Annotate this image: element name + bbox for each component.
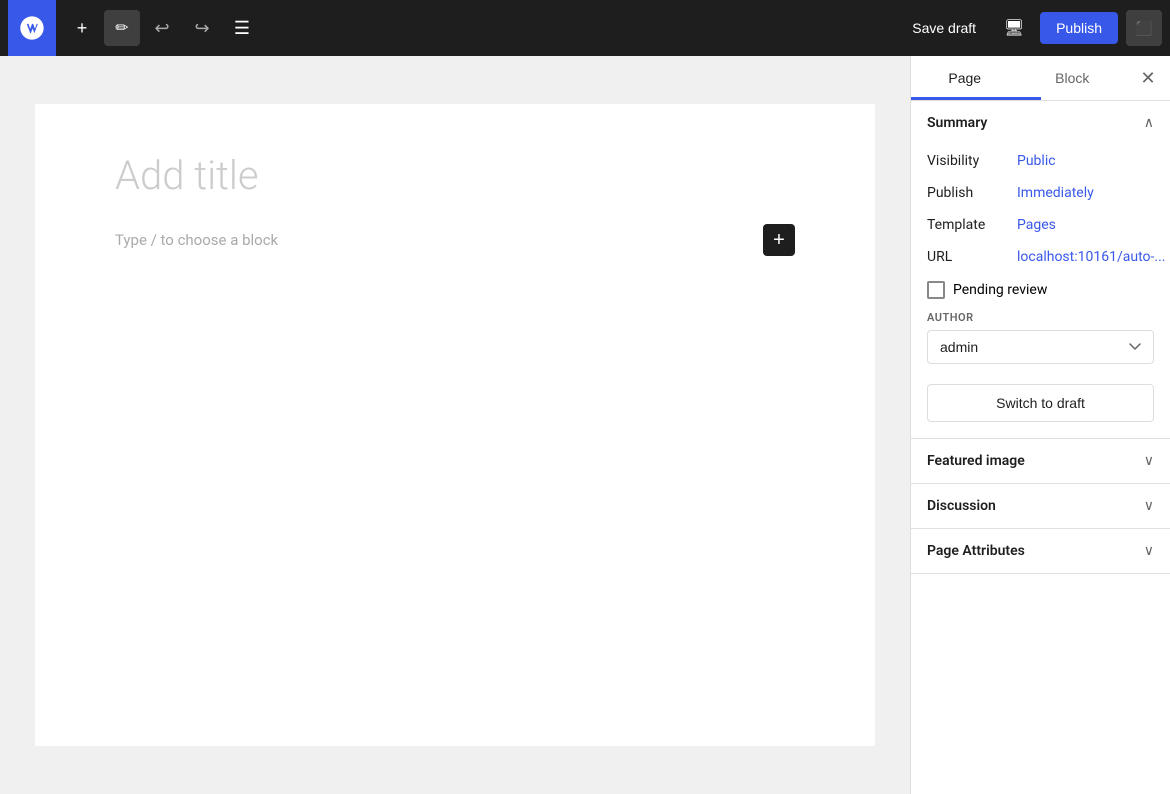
editor-area: Add title Type / to choose a block +	[0, 56, 910, 794]
redo-button[interactable]: ↪	[184, 10, 220, 46]
page-attributes-section: Page Attributes ∨	[911, 529, 1170, 574]
discussion-header[interactable]: Discussion ∨	[911, 484, 1170, 528]
visibility-row: Visibility Public	[927, 145, 1154, 177]
undo-button[interactable]: ↩	[144, 10, 180, 46]
save-draft-button[interactable]: Save draft	[900, 14, 988, 42]
summary-section: Summary ∧ Visibility Public Publish Imme…	[911, 101, 1170, 439]
featured-image-chevron-icon: ∨	[1144, 453, 1154, 469]
featured-image-section: Featured image ∨	[911, 439, 1170, 484]
tab-page[interactable]: Page	[911, 56, 1019, 100]
url-row: URL localhost:10161/auto-...	[927, 241, 1154, 273]
add-block-inline-button[interactable]: +	[763, 224, 795, 256]
featured-image-title: Featured image	[927, 453, 1025, 469]
pending-review-row: Pending review	[927, 273, 1154, 303]
title-input[interactable]: Add title	[115, 152, 795, 200]
author-select[interactable]: admin	[927, 330, 1154, 364]
add-block-button[interactable]: +	[64, 10, 100, 46]
visibility-value[interactable]: Public	[1017, 153, 1056, 169]
sidebar-tabs: Page Block ✕	[911, 56, 1170, 101]
block-placeholder-text: Type / to choose a block	[115, 231, 278, 249]
pending-review-checkbox[interactable]	[927, 281, 945, 299]
visibility-label: Visibility	[927, 153, 1017, 169]
page-attributes-title: Page Attributes	[927, 543, 1025, 559]
toolbar-right: Save draft 🖥 Publish ⬛	[900, 10, 1162, 46]
page-attributes-header[interactable]: Page Attributes ∨	[911, 529, 1170, 573]
main-area: Add title Type / to choose a block + Pag…	[0, 56, 1170, 794]
template-row: Template Pages	[927, 209, 1154, 241]
template-label: Template	[927, 217, 1017, 233]
pending-review-label: Pending review	[953, 282, 1047, 298]
publish-label: Publish	[927, 185, 1017, 201]
list-view-button[interactable]: ☰	[224, 10, 260, 46]
wp-logo[interactable]	[8, 0, 56, 56]
close-sidebar-button[interactable]: ✕	[1130, 60, 1166, 96]
discussion-title: Discussion	[927, 498, 996, 514]
url-label: URL	[927, 249, 1017, 265]
author-section: AUTHOR admin	[927, 303, 1154, 372]
publish-button[interactable]: Publish	[1040, 12, 1118, 44]
discussion-section: Discussion ∨	[911, 484, 1170, 529]
url-value[interactable]: localhost:10161/auto-...	[1017, 249, 1165, 265]
publish-value[interactable]: Immediately	[1017, 185, 1094, 201]
page-attributes-chevron-icon: ∨	[1144, 543, 1154, 559]
summary-title: Summary	[927, 115, 987, 131]
summary-body: Visibility Public Publish Immediately Te…	[911, 145, 1170, 438]
sidebar: Page Block ✕ Summary ∧ Visibility Public…	[910, 56, 1170, 794]
summary-header[interactable]: Summary ∧	[911, 101, 1170, 145]
block-placeholder: Type / to choose a block +	[115, 224, 795, 256]
publish-row: Publish Immediately	[927, 177, 1154, 209]
switch-to-draft-button[interactable]: Switch to draft	[927, 384, 1154, 422]
template-value[interactable]: Pages	[1017, 217, 1056, 233]
summary-chevron-icon: ∧	[1144, 115, 1154, 131]
preview-button[interactable]: 🖥	[996, 10, 1032, 46]
editor-canvas: Add title Type / to choose a block +	[35, 104, 875, 746]
discussion-chevron-icon: ∨	[1144, 498, 1154, 514]
settings-button[interactable]: ⬛	[1126, 10, 1162, 46]
toolbar: + ✏ ↩ ↪ ☰ Save draft 🖥 Publish ⬛	[0, 0, 1170, 56]
tab-block[interactable]: Block	[1019, 56, 1127, 100]
sidebar-content: Summary ∧ Visibility Public Publish Imme…	[911, 101, 1170, 794]
featured-image-header[interactable]: Featured image ∨	[911, 439, 1170, 483]
author-label: AUTHOR	[927, 311, 1154, 324]
tools-button[interactable]: ✏	[104, 10, 140, 46]
